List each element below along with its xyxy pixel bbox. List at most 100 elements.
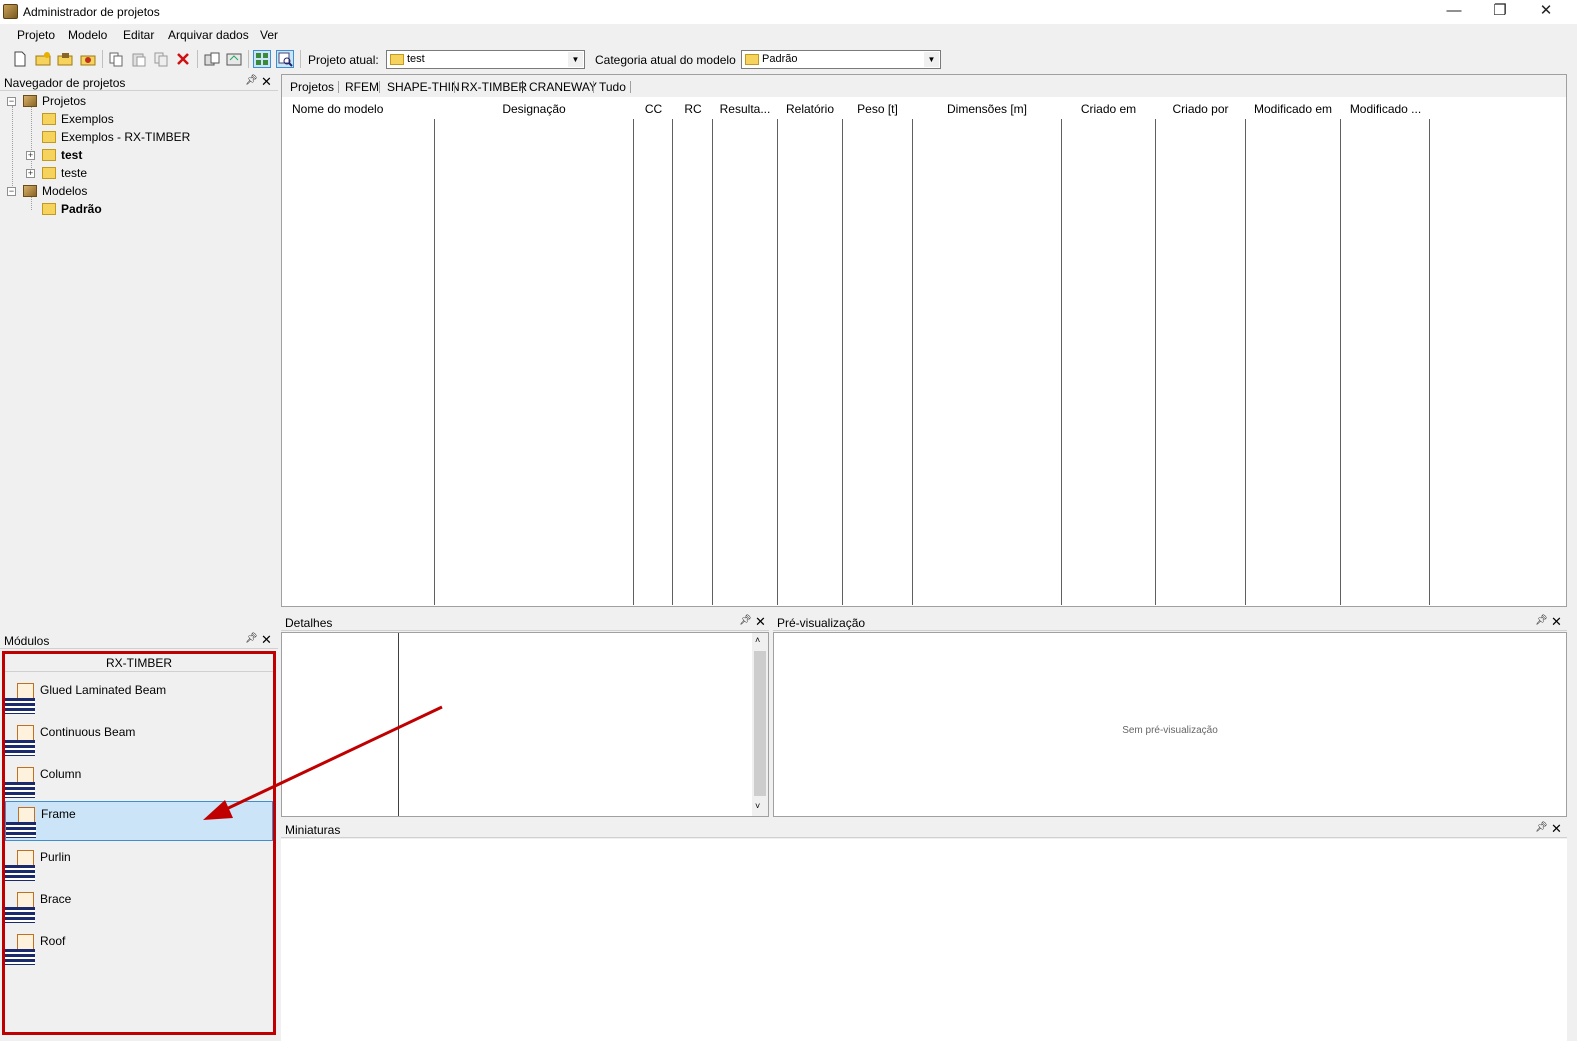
module-roof[interactable]: Roof	[5, 929, 273, 969]
paste-icon[interactable]	[131, 51, 147, 67]
col-relatorio[interactable]: Relatório	[778, 102, 842, 116]
col-modificado-em[interactable]: Modificado em	[1246, 102, 1340, 116]
close-icon[interactable]: ✕	[1551, 821, 1562, 837]
tab-separator	[379, 81, 380, 93]
copy-icon[interactable]	[108, 51, 124, 67]
collapse-icon[interactable]: −	[7, 187, 16, 196]
module-flag-icon	[5, 698, 35, 714]
menu-arquivar-dados[interactable]: Arquivar dados	[168, 28, 249, 42]
folder-icon	[42, 113, 56, 125]
details-scrollbar[interactable]: ˄ ˅	[752, 633, 768, 816]
collapse-icon[interactable]: −	[7, 97, 16, 106]
toolbar-separator	[248, 50, 249, 68]
module-frame[interactable]: Frame	[5, 801, 273, 841]
modules-panel: Módulos 📌︎ ✕ RX-TIMBER Glued Laminated B…	[0, 632, 278, 1041]
preview-view-icon[interactable]	[276, 50, 294, 68]
close-icon[interactable]: ✕	[1551, 614, 1562, 630]
minimize-button[interactable]: —	[1431, 0, 1477, 24]
close-icon[interactable]: ✕	[261, 632, 272, 648]
col-modificado-por[interactable]: Modificado ...	[1341, 102, 1430, 116]
modules-title: Módulos	[4, 634, 50, 648]
col-nome-do-modelo[interactable]: Nome do modelo	[292, 102, 383, 116]
col-cc[interactable]: CC	[634, 102, 673, 116]
folder-icon	[745, 54, 759, 65]
expand-icon[interactable]: +	[26, 169, 35, 178]
menu-editar[interactable]: Editar	[123, 28, 154, 42]
category-select-value: Padrão	[762, 53, 798, 65]
tab-rfem[interactable]: RFEM	[345, 80, 379, 94]
module-purlin[interactable]: Purlin	[5, 845, 273, 885]
preview-title: Pré-visualização	[777, 616, 866, 630]
col-dimensoes[interactable]: Dimensões [m]	[913, 102, 1061, 116]
col-rc[interactable]: RC	[673, 102, 713, 116]
tree-line	[31, 196, 32, 210]
tab-rx-timber[interactable]: RX-TIMBER	[461, 80, 527, 94]
delete-icon[interactable]	[175, 51, 191, 67]
col-designacao[interactable]: Designação	[435, 102, 633, 116]
close-icon[interactable]: ✕	[755, 614, 766, 630]
duplicate-icon[interactable]	[153, 51, 169, 67]
project-select[interactable]: test ▼	[386, 50, 585, 69]
col-peso[interactable]: Peso [t]	[843, 102, 912, 116]
category-select[interactable]: Padrão ▼	[741, 50, 941, 69]
module-group-header[interactable]: RX-TIMBER	[5, 654, 273, 672]
details-header: Detalhes 📌︎ ✕	[281, 614, 769, 631]
restore-button[interactable]: ❐	[1477, 0, 1523, 24]
tab-tudo[interactable]: Tudo	[599, 80, 626, 94]
chevron-up-icon[interactable]: ˄	[755, 635, 760, 645]
col-resultados[interactable]: Resulta...	[713, 102, 777, 116]
toolbar-separator	[300, 50, 301, 68]
menu-ver[interactable]: Ver	[260, 28, 278, 42]
pin-icon[interactable]: 📌︎	[245, 75, 258, 86]
module-brace[interactable]: Brace	[5, 887, 273, 927]
thumbnails-header: Miniaturas 📌︎ ✕	[281, 821, 1567, 838]
navigator-header: Navegador de projetos 📌︎ ✕	[0, 74, 278, 91]
tree-item-label: Padrão	[61, 202, 102, 216]
models-grid-panel: Projetos RFEM SHAPE-THIN RX-TIMBER CRANE…	[281, 74, 1567, 607]
thumbnails-title: Miniaturas	[285, 823, 341, 837]
close-button[interactable]: ✕	[1523, 0, 1569, 24]
title-bar: Administrador de projetos — ❐ ✕	[0, 0, 1577, 24]
scrollbar-thumb[interactable]	[754, 651, 766, 796]
box-icon	[23, 185, 37, 197]
preview-panel: Pré-visualização 📌︎ ✕ Sem pré-visualizaç…	[773, 614, 1567, 817]
chevron-down-icon[interactable]: ▼	[924, 52, 939, 67]
pin-icon[interactable]: 📌︎	[739, 615, 752, 626]
close-icon[interactable]: ✕	[261, 74, 272, 90]
preview-header: Pré-visualização 📌︎ ✕	[773, 614, 1567, 631]
category-tabs: Projetos RFEM SHAPE-THIN RX-TIMBER CRANE…	[282, 75, 1566, 97]
grid-header: Nome do modelo Designação CC RC Resulta.…	[283, 97, 1565, 119]
pin-icon[interactable]: 📌︎	[1535, 822, 1548, 833]
pin-icon[interactable]: 📌︎	[245, 633, 258, 644]
tab-projetos[interactable]: Projetos	[290, 80, 334, 94]
menu-projeto[interactable]: Projeto	[17, 28, 55, 42]
grid-view-icon[interactable]	[253, 50, 271, 68]
archive-icon[interactable]	[204, 51, 220, 67]
pin-icon[interactable]: 📌︎	[1535, 615, 1548, 626]
tab-separator	[454, 81, 455, 93]
open-project-icon[interactable]	[57, 51, 73, 67]
tab-craneway[interactable]: CRANEWAY	[529, 80, 597, 94]
import-icon[interactable]	[226, 51, 242, 67]
column-divider	[1245, 119, 1246, 605]
folder-icon	[42, 149, 56, 161]
tab-shape-thin[interactable]: SHAPE-THIN	[387, 80, 460, 94]
column-divider	[1429, 119, 1430, 605]
tree-item-label: test	[61, 148, 83, 162]
module-label: Continuous Beam	[40, 725, 136, 739]
col-criado-em[interactable]: Criado em	[1062, 102, 1155, 116]
col-criado-por[interactable]: Criado por	[1156, 102, 1245, 116]
new-icon[interactable]	[12, 51, 28, 67]
chevron-down-icon[interactable]: ˅	[755, 801, 760, 811]
module-column[interactable]: Column	[5, 762, 273, 802]
expand-icon[interactable]: +	[26, 151, 35, 160]
module-glued-laminated-beam[interactable]: Glued Laminated Beam	[5, 678, 273, 718]
project-properties-icon[interactable]	[80, 51, 96, 67]
module-continuous-beam[interactable]: Continuous Beam	[5, 720, 273, 760]
tab-separator	[630, 81, 631, 93]
new-project-icon[interactable]	[35, 51, 51, 67]
tree-item-label: Exemplos	[61, 112, 114, 126]
chevron-down-icon[interactable]: ▼	[568, 52, 583, 67]
folder-icon	[42, 203, 56, 215]
menu-modelo[interactable]: Modelo	[68, 28, 107, 42]
